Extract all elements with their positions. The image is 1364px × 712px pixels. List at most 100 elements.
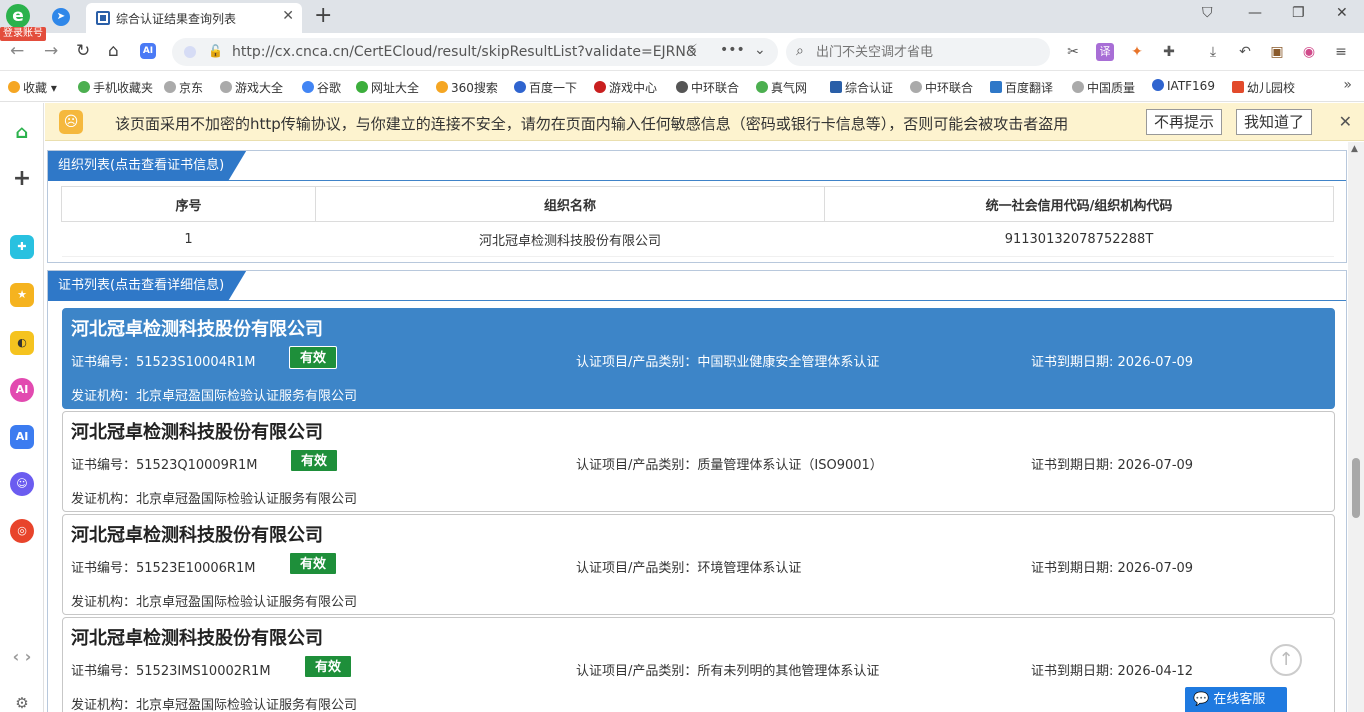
globe-icon xyxy=(1072,81,1084,93)
restore-icon[interactable]: ❐ xyxy=(1292,5,1305,21)
bookmark-item[interactable]: 真气网 xyxy=(756,79,807,96)
scroll-thumb[interactable] xyxy=(1352,458,1360,518)
tab-active[interactable]: 综合认证结果查询列表 ✕ xyxy=(86,3,302,33)
bookmark-item[interactable]: 京东 xyxy=(164,79,203,96)
more-dots-icon[interactable]: ••• xyxy=(720,42,745,58)
table-row[interactable]: 1 河北冠卓检测科技股份有限公司 91130132078752288T xyxy=(61,221,1334,257)
translate-icon[interactable]: 译 xyxy=(1096,43,1114,61)
cert-card[interactable]: 河北冠卓检测科技股份有限公司 证书编号：51523S10004R1M 有效 认证… xyxy=(62,308,1335,409)
cert-number: 证书编号：51523Q10009R1M xyxy=(71,458,258,473)
bookmark-item[interactable]: IATF169 xyxy=(1152,79,1215,93)
translate-icon xyxy=(990,81,1002,93)
bookmark-item[interactable]: 游戏大全 xyxy=(220,79,283,96)
window-close-icon[interactable]: ✕ xyxy=(1336,5,1348,21)
sidebar-weibo-icon[interactable]: ◎ xyxy=(10,519,34,543)
undo-icon[interactable]: ↶ xyxy=(1236,43,1254,61)
site-info-icon[interactable] xyxy=(184,46,196,58)
dont-show-again-button[interactable]: 不再提示 xyxy=(1146,109,1223,135)
login-badge[interactable]: 登录账号 xyxy=(0,27,46,41)
phone-icon xyxy=(78,81,90,93)
back-to-top-button[interactable]: ↑ xyxy=(1270,644,1302,676)
tab-title: 综合认证结果查询列表 xyxy=(116,12,237,26)
browser-logo-icon[interactable]: e xyxy=(6,4,30,28)
cert-project: 认证项目/产品类别：质量管理体系认证（ISO9001） xyxy=(576,458,883,473)
ai-assistant-icon[interactable]: AI xyxy=(140,43,156,59)
scrollbar[interactable]: ▲ xyxy=(1348,142,1364,712)
cert-org-name: 河北冠卓检测科技股份有限公司 xyxy=(71,422,323,443)
globe-icon xyxy=(164,81,176,93)
bookmark-item[interactable]: 幼儿园校 xyxy=(1232,79,1295,96)
cert-card[interactable]: 河北冠卓检测科技股份有限公司 证书编号：51523IMS10002R1M 有效 … xyxy=(62,617,1335,712)
minimize-icon[interactable]: — xyxy=(1248,5,1262,21)
sidebar-add-icon[interactable]: + xyxy=(10,167,34,191)
warning-close-icon[interactable]: ✕ xyxy=(1339,112,1352,131)
bookmark-item[interactable]: 手机收藏夹 xyxy=(78,79,153,96)
sidebar-app-icon[interactable]: ✚ xyxy=(10,235,34,259)
globe-icon xyxy=(910,81,922,93)
online-service-button[interactable]: 💬 在线客服 xyxy=(1185,687,1287,712)
reload-icon[interactable]: ↻ xyxy=(76,41,90,61)
got-it-button[interactable]: 我知道了 xyxy=(1236,109,1313,135)
chevron-down-icon[interactable]: ⌄ xyxy=(754,42,766,58)
bookmark-item[interactable]: 百度一下 xyxy=(514,79,577,96)
bookmark-item[interactable]: 中环联合 xyxy=(910,79,973,96)
insecure-lock-icon[interactable]: 🔓 xyxy=(208,44,223,58)
org-panel-header: 组织列表(点击查看证书信息) xyxy=(48,151,1346,181)
page-content: 组织列表(点击查看证书信息) 序号 组织名称 统一社会信用代码/组织机构代码 1… xyxy=(45,142,1348,712)
portal-icon xyxy=(356,81,368,93)
bookmark-item[interactable]: 百度翻译 xyxy=(990,79,1053,96)
sidebar-collapse-arrows-icon[interactable]: ‹ › xyxy=(5,645,39,669)
bookmark-item[interactable]: 综合认证 xyxy=(830,79,893,96)
telegram-icon[interactable]: ➤ xyxy=(52,8,70,26)
sidebar-game-icon[interactable]: ◐ xyxy=(10,331,34,355)
cert-site-icon xyxy=(830,81,842,93)
cert-issuer: 发证机构：北京卓冠盈国际检验认证服务有限公司 xyxy=(71,698,358,712)
cert-card[interactable]: 河北冠卓检测科技股份有限公司 证书编号：51523E10006R1M 有效 认证… xyxy=(62,514,1335,615)
bookmarks-overflow-icon[interactable]: » xyxy=(1343,77,1352,93)
bookmark-item[interactable]: 谷歌 xyxy=(302,79,341,96)
url-text[interactable]: http://cx.cnca.cn/CertECloud/result/skip… xyxy=(232,44,697,60)
air-icon xyxy=(756,81,768,93)
search-box[interactable]: ⌕ xyxy=(786,38,1050,66)
sidebar-ai-icon[interactable]: AI xyxy=(10,378,34,402)
warning-text: 该页面采用不加密的http传输协议，与你建立的连接不安全，请勿在页面内输入任何敏… xyxy=(115,115,1069,133)
address-bar[interactable]: 🔓 http://cx.cnca.cn/CertECloud/result/sk… xyxy=(172,38,778,66)
bookmark-item[interactable]: 中环联合 xyxy=(676,79,739,96)
ai-chat-icon[interactable]: ◉ xyxy=(1300,43,1318,61)
cert-org-name: 河北冠卓检测科技股份有限公司 xyxy=(71,319,323,340)
sidebar-star-icon[interactable]: ★ xyxy=(10,283,34,307)
online-service-label: 在线客服 xyxy=(1213,692,1266,707)
tab-close-icon[interactable]: ✕ xyxy=(282,8,294,24)
sidebar-settings-icon[interactable]: ⚙ xyxy=(10,691,34,712)
lightning-icon[interactable]: ⚡ xyxy=(688,42,698,58)
menu-icon[interactable]: ≡ xyxy=(1332,43,1350,61)
insecure-warning-bar: ☹ 该页面采用不加密的http传输协议，与你建立的连接不安全，请勿在页面内输入任… xyxy=(45,103,1364,141)
row-org-name[interactable]: 河北冠卓检测科技股份有限公司 xyxy=(315,221,825,257)
briefcase-icon[interactable]: ▣ xyxy=(1268,43,1286,61)
sidebar-home-icon[interactable]: ⌂ xyxy=(10,121,34,145)
left-sidebar: ⌂ + ✚ ★ ◐ AI AI ☺ ◎ ‹ › ⚙ xyxy=(0,103,44,712)
scroll-up-icon[interactable]: ▲ xyxy=(1351,144,1358,154)
game-center-icon xyxy=(594,81,606,93)
sidebar-ai-assistant-icon[interactable]: AI xyxy=(10,425,34,449)
extensions-icon[interactable]: ✚ xyxy=(1160,43,1178,61)
sidebar-chat-icon[interactable]: ☺ xyxy=(10,472,34,496)
scissors-icon[interactable]: ✂ xyxy=(1064,43,1082,61)
cert-card[interactable]: 河北冠卓检测科技股份有限公司 证书编号：51523Q10009R1M 有效 认证… xyxy=(62,411,1335,512)
download-icon[interactable]: ⤓ xyxy=(1204,43,1222,61)
cert-issuer: 发证机构：北京卓冠盈国际检验认证服务有限公司 xyxy=(71,595,358,610)
shirt-icon[interactable]: ⛉ xyxy=(1202,5,1213,21)
home-icon[interactable]: ⌂ xyxy=(108,41,119,61)
bookmark-item[interactable]: 游戏中心 xyxy=(594,79,657,96)
search360-icon xyxy=(436,81,448,93)
new-tab-icon[interactable]: + xyxy=(314,4,332,28)
chat-bubble-icon: 💬 xyxy=(1193,692,1214,707)
bookmark-favorites[interactable]: 收藏 ▾ xyxy=(8,79,57,96)
back-icon[interactable]: ← xyxy=(10,41,24,61)
forward-icon[interactable]: → xyxy=(44,41,58,61)
search-input[interactable] xyxy=(816,42,1041,62)
bookmark-item[interactable]: 网址大全 xyxy=(356,79,419,96)
bookmark-item[interactable]: 中国质量 xyxy=(1072,79,1135,96)
bookmark-item[interactable]: 360搜索 xyxy=(436,79,498,96)
game-icon[interactable]: ✦ xyxy=(1128,43,1146,61)
